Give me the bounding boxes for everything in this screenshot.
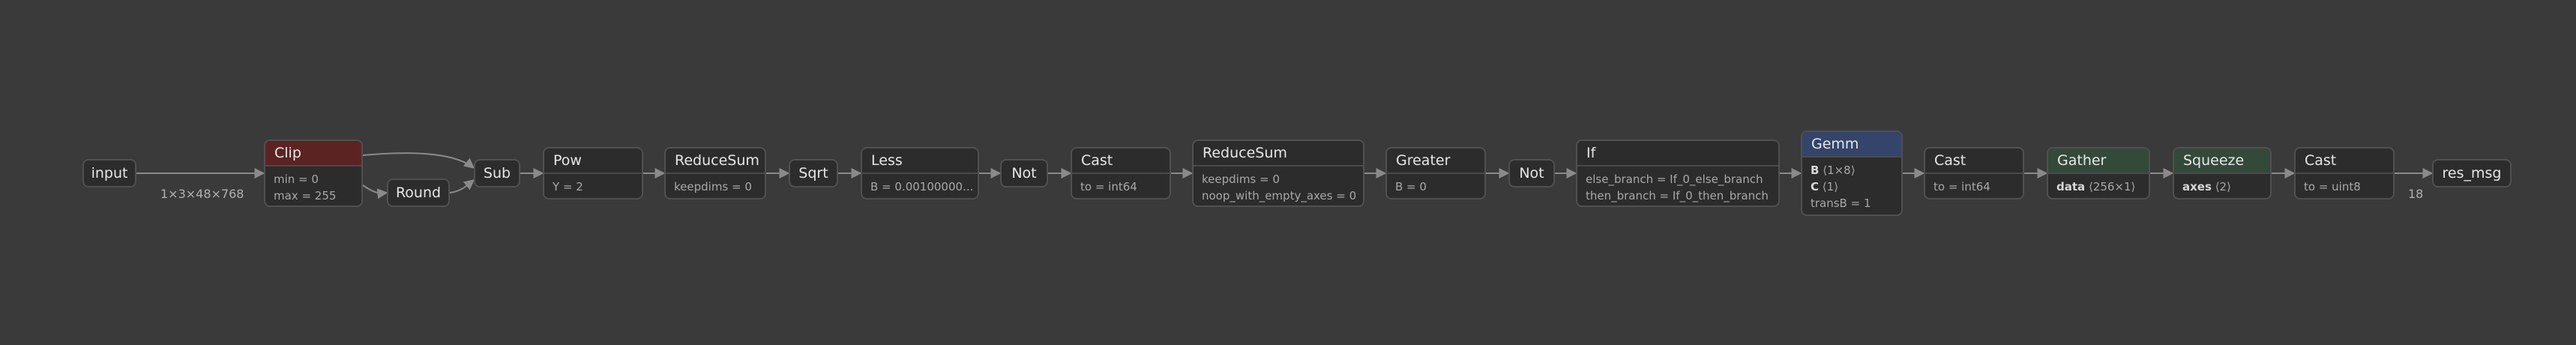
node-cast-2-attrs: to = int64: [1925, 172, 2023, 198]
node-input-label: input: [91, 165, 128, 182]
node-cast-1-attrs: to = int64: [1072, 172, 1170, 198]
reducesum-1-keepdims-attr: keepdims = 0: [674, 180, 752, 194]
greater-b-attr: B = 0: [1395, 180, 1427, 194]
cast-2-to-attr: to = int64: [1933, 180, 1990, 194]
cast-1-to-attr: to = int64: [1080, 180, 1137, 194]
node-sqrt-label: Sqrt: [798, 165, 828, 182]
cast-3-to-attr: to = uint8: [2304, 180, 2361, 194]
if-else-branch-attr: else_branch = If_0_else_branch: [1586, 172, 1763, 186]
squeeze-axes-value: ⟨2⟩: [2215, 180, 2231, 194]
node-not-2[interactable]: Not: [1508, 159, 1555, 188]
node-input[interactable]: input: [82, 159, 136, 188]
node-sub[interactable]: Sub: [474, 159, 520, 188]
reducesum-2-keepdims-attr: keepdims = 0: [1202, 172, 1280, 186]
edge-clip-sub: [362, 152, 475, 169]
node-clip-label: Clip: [265, 141, 361, 165]
node-pow-label: Pow: [553, 152, 582, 169]
node-pow-attrs: Y = 2: [544, 172, 642, 198]
node-less[interactable]: Less B = 0.00100000...: [861, 147, 979, 200]
node-if-attrs: else_branch = If_0_else_branch then_bran…: [1577, 165, 1778, 206]
gemm-transb-attr: transB = 1: [1811, 196, 1871, 210]
node-if[interactable]: If else_branch = If_0_else_branch then_b…: [1576, 140, 1780, 207]
node-reducesum-1[interactable]: ReduceSum keepdims = 0: [664, 147, 766, 200]
gather-data-attr: data ⟨256×1⟩: [2056, 178, 2140, 195]
clip-max-attr: max = 255: [274, 189, 337, 202]
node-cast-3-attrs: to = uint8: [2296, 172, 2393, 198]
if-then-branch-attr: then_branch = If_0_then_branch: [1586, 189, 1769, 202]
node-not-1-label: Not: [1011, 165, 1037, 182]
node-not-1[interactable]: Not: [1000, 159, 1048, 188]
squeeze-axes-key: axes: [2182, 180, 2212, 194]
node-cast-1-label: Cast: [1081, 152, 1113, 169]
edge-round-sub: [449, 179, 475, 194]
squeeze-axes-attr: axes ⟨2⟩: [2182, 178, 2262, 195]
node-reducesum-2-attrs: keepdims = 0 noop_with_empty_axes = 0: [1194, 165, 1363, 206]
gemm-c-attr: C ⟨1⟩: [1811, 178, 1893, 195]
gemm-c-key: C: [1811, 180, 1820, 194]
edge-label-input-shape: 1×3×48×768: [160, 187, 244, 201]
node-sqrt[interactable]: Sqrt: [789, 159, 838, 188]
node-cast-2[interactable]: Cast to = int64: [1924, 147, 2024, 200]
reducesum-2-noop-attr: noop_with_empty_axes = 0: [1202, 189, 1357, 202]
node-clip[interactable]: Clip min = 0 max = 255: [264, 140, 363, 207]
node-greater[interactable]: Greater B = 0: [1385, 147, 1486, 200]
gemm-c-value: ⟨1⟩: [1822, 180, 1839, 194]
node-pow[interactable]: Pow Y = 2: [543, 147, 643, 200]
less-b-attr: B = 0.00100000...: [870, 180, 974, 194]
node-greater-label: Greater: [1396, 152, 1451, 169]
node-squeeze[interactable]: Squeeze axes ⟨2⟩: [2173, 147, 2272, 200]
gemm-b-key: B: [1811, 164, 1820, 177]
node-gather-attrs: data ⟨256×1⟩: [2048, 172, 2149, 198]
node-squeeze-attrs: axes ⟨2⟩: [2174, 172, 2270, 198]
node-gather[interactable]: Gather data ⟨256×1⟩: [2047, 147, 2150, 200]
node-squeeze-label: Squeeze: [2174, 148, 2270, 172]
node-res-msg-label: res_msg: [2442, 165, 2502, 182]
gather-data-value: ⟨256×1⟩: [2088, 180, 2136, 194]
node-greater-attrs: B = 0: [1387, 172, 1484, 198]
node-reducesum-2[interactable]: ReduceSum keepdims = 0 noop_with_empty_a…: [1192, 140, 1364, 207]
gather-data-key: data: [2056, 180, 2086, 194]
node-reducesum-1-label: ReduceSum: [675, 152, 759, 169]
node-res-msg[interactable]: res_msg: [2432, 159, 2512, 188]
node-reducesum-2-label: ReduceSum: [1203, 145, 1287, 161]
edge-clip-round: [362, 184, 388, 200]
node-cast-1[interactable]: Cast to = int64: [1071, 147, 1171, 200]
edge-label-output-shape: 18: [2408, 187, 2424, 201]
node-reducesum-1-attrs: keepdims = 0: [666, 172, 765, 198]
node-cast-2-label: Cast: [1934, 152, 1966, 169]
node-not-2-label: Not: [1519, 165, 1544, 182]
node-gather-label: Gather: [2048, 148, 2149, 172]
node-gemm[interactable]: Gemm B ⟨1×8⟩ C ⟨1⟩ transB = 1: [1801, 130, 1903, 216]
clip-min-attr: min = 0: [274, 172, 319, 186]
node-less-label: Less: [871, 152, 903, 169]
gemm-b-value: ⟨1×8⟩: [1823, 164, 1856, 177]
node-gemm-attrs: B ⟨1×8⟩ C ⟨1⟩ transB = 1: [1802, 156, 1901, 214]
node-clip-attrs: min = 0 max = 255: [265, 165, 361, 206]
node-round[interactable]: Round: [387, 178, 450, 207]
node-if-label: If: [1586, 145, 1596, 161]
node-gemm-label: Gemm: [1802, 132, 1901, 156]
node-round-label: Round: [395, 184, 442, 201]
pow-y-attr: Y = 2: [553, 180, 583, 194]
gemm-b-attr: B ⟨1×8⟩: [1811, 162, 1893, 178]
node-cast-3-label: Cast: [2305, 152, 2337, 169]
node-sub-label: Sub: [483, 165, 511, 182]
node-cast-3[interactable]: Cast to = uint8: [2294, 147, 2395, 200]
node-less-attrs: B = 0.00100000...: [862, 172, 978, 198]
